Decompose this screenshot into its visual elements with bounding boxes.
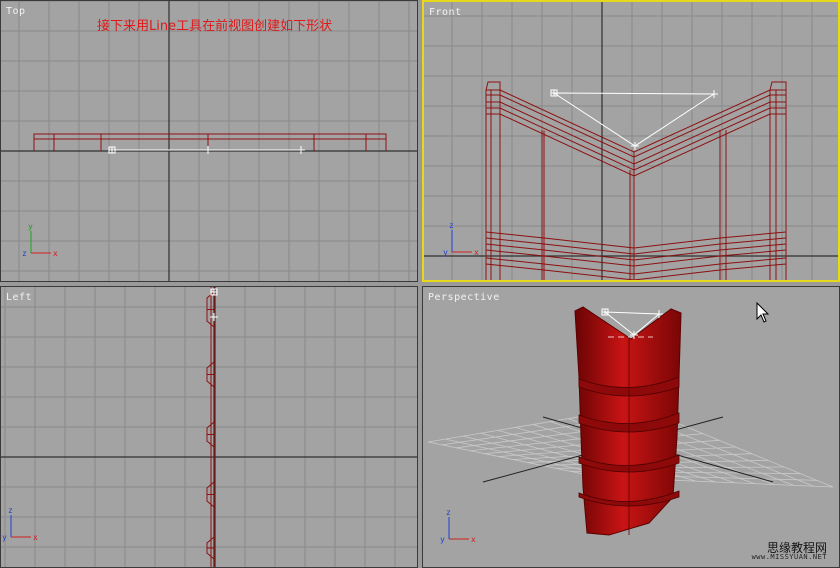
model-outline [33, 133, 387, 151]
watermark-url: www.MISSYUAN.NET [751, 553, 827, 561]
viewport-top[interactable]: x y z Top 接下来用Line工具在前视图创建如下形状 [0, 0, 418, 282]
axis-label-y: y [2, 533, 7, 542]
axis-label-y: y [443, 248, 448, 257]
axis-tripod-icon: x y z [22, 222, 58, 258]
viewport-label-front[interactable]: Front [429, 7, 462, 18]
axis-label-y: y [28, 222, 33, 231]
watermark: 思缘教程网 www.MISSYUAN.NET [752, 542, 827, 561]
axis-label-x: x [33, 533, 38, 542]
left-canvas: x z y [1, 287, 417, 567]
axis-tripod-icon: x z y [440, 508, 476, 544]
mouse-cursor-icon [756, 302, 770, 323]
viewport-left[interactable]: x z y Left [0, 286, 418, 568]
viewport-label-top[interactable]: Top [6, 6, 26, 17]
axis-label-x: x [474, 248, 479, 257]
model-band [485, 231, 787, 249]
top-canvas: x y z [1, 1, 417, 281]
axis-label-y: y [440, 535, 445, 544]
model-band [485, 243, 787, 261]
axis-tripod-icon: x z y [2, 506, 38, 542]
axis-label-z: z [449, 221, 454, 230]
viewport-label-left[interactable]: Left [6, 292, 32, 303]
viewport-front[interactable]: x z y Front [422, 0, 840, 282]
axis-label-x: x [471, 535, 476, 544]
model-band [485, 249, 787, 267]
front-canvas: x z y [424, 2, 838, 280]
viewport-label-perspective[interactable]: Perspective [428, 292, 500, 303]
axis-label-x: x [53, 249, 58, 258]
axis-label-z: z [8, 506, 13, 515]
model-band [486, 101, 786, 165]
model-band [486, 107, 786, 171]
perspective-canvas: x z y [427, 306, 834, 544]
viewport-perspective[interactable]: x z y Perspective 思缘教程网 www.MISSYUAN.NET [422, 286, 840, 568]
model-band [485, 237, 787, 255]
axis-label-z: z [446, 508, 451, 517]
instruction-text: 接下来用Line工具在前视图创建如下形状 [97, 19, 333, 34]
model-band [485, 263, 787, 280]
axis-label-z: z [22, 249, 27, 258]
